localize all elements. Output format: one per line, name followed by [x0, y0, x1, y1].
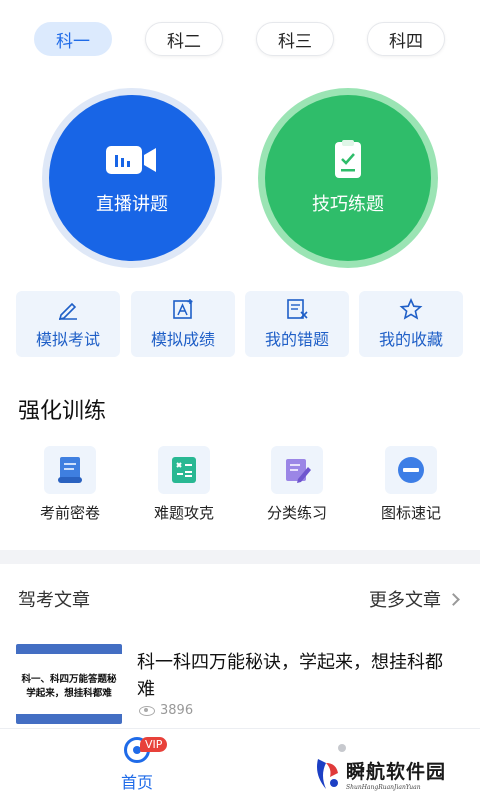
- thumb-bottom-band: [16, 714, 122, 724]
- scroll-icon: [44, 446, 96, 494]
- wrong-list-icon: [287, 299, 308, 319]
- live-lecture-button[interactable]: 直播讲题: [49, 95, 215, 261]
- articles-title: 驾考文章: [18, 590, 90, 611]
- video-camera-icon: [104, 140, 160, 180]
- tab-ke4[interactable]: 科四: [367, 22, 445, 56]
- live-lecture-label: 直播讲题: [96, 194, 168, 215]
- more-articles-label: 更多文章: [369, 590, 441, 611]
- my-mistakes-card[interactable]: 我的错题: [245, 291, 349, 357]
- function-cards: 模拟考试 模拟成绩 我的错题 我的收藏: [16, 291, 464, 357]
- eye-icon: [139, 705, 155, 716]
- mock-score-label: 模拟成绩: [150, 330, 215, 349]
- skill-practice-button[interactable]: 技巧练题: [265, 95, 431, 261]
- thumb-text-line1: 科一、科四万能答题秘: [21, 674, 117, 685]
- sign-memorize-item[interactable]: 图标速记: [361, 446, 461, 523]
- category-practice-item[interactable]: 分类练习: [247, 446, 347, 523]
- watermark-mark-icon: [312, 757, 342, 791]
- pencil-icon: [58, 302, 77, 320]
- my-favorites-label: 我的收藏: [378, 330, 443, 349]
- section-title: 强化训练: [18, 399, 107, 424]
- mock-score-card[interactable]: 模拟成绩: [131, 291, 235, 357]
- calculator-icon: [158, 446, 210, 494]
- skill-practice-label: 技巧练题: [312, 194, 384, 215]
- tab-ke2[interactable]: 科二: [145, 22, 223, 56]
- watermark-logo: 瞬航软件园 ShunHangRuanJianYuan: [312, 752, 462, 796]
- nav-indicator-dot: [338, 744, 346, 752]
- views-count: 3896: [160, 703, 194, 718]
- thumb-top-band: [16, 644, 122, 654]
- subject-tabs: 科一 科二 科三 科四: [0, 22, 480, 56]
- sign-memorize-label: 图标速记: [380, 504, 441, 522]
- my-mistakes-label: 我的错题: [264, 330, 329, 349]
- watermark-en: ShunHangRuanJianYuan: [346, 784, 421, 791]
- watermark-cn: 瞬航软件园: [346, 761, 447, 783]
- training-grid: 考前密卷 难题攻克 分类练习 图标速记: [0, 446, 480, 526]
- pre-exam-paper-label: 考前密卷: [39, 504, 100, 522]
- vip-badge: VIP: [140, 737, 168, 752]
- chevron-right-icon: [447, 592, 460, 606]
- hard-questions-item[interactable]: 难题攻克: [134, 446, 234, 523]
- category-practice-label: 分类练习: [266, 504, 327, 522]
- star-icon: [399, 298, 423, 320]
- article-title[interactable]: 科一科四万能秘诀，学起来，想挂科都难: [137, 649, 457, 703]
- more-articles-link[interactable]: 更多文章: [369, 586, 460, 612]
- section-divider: [0, 550, 480, 564]
- tab-ke3[interactable]: 科三: [256, 22, 334, 56]
- hard-questions-label: 难题攻克: [153, 504, 214, 522]
- no-entry-sign-icon: [385, 446, 437, 494]
- notepad-pen-icon: [271, 446, 323, 494]
- tab-ke1[interactable]: 科一: [34, 22, 112, 56]
- my-favorites-card[interactable]: 我的收藏: [359, 291, 463, 357]
- article-views: 3896: [139, 703, 193, 718]
- article-thumbnail[interactable]: 科一、科四万能答题秘 学起来，想挂科都难: [16, 644, 122, 724]
- pre-exam-paper-item[interactable]: 考前密卷: [20, 446, 120, 523]
- mock-exam-label: 模拟考试: [35, 330, 100, 349]
- mock-exam-card[interactable]: 模拟考试: [16, 291, 120, 357]
- grade-a-plus-icon: [173, 299, 193, 319]
- checklist-icon: [320, 140, 376, 180]
- thumb-text-line2: 学起来，想挂科都难: [26, 688, 112, 699]
- nav-home-label: 首页: [120, 773, 153, 792]
